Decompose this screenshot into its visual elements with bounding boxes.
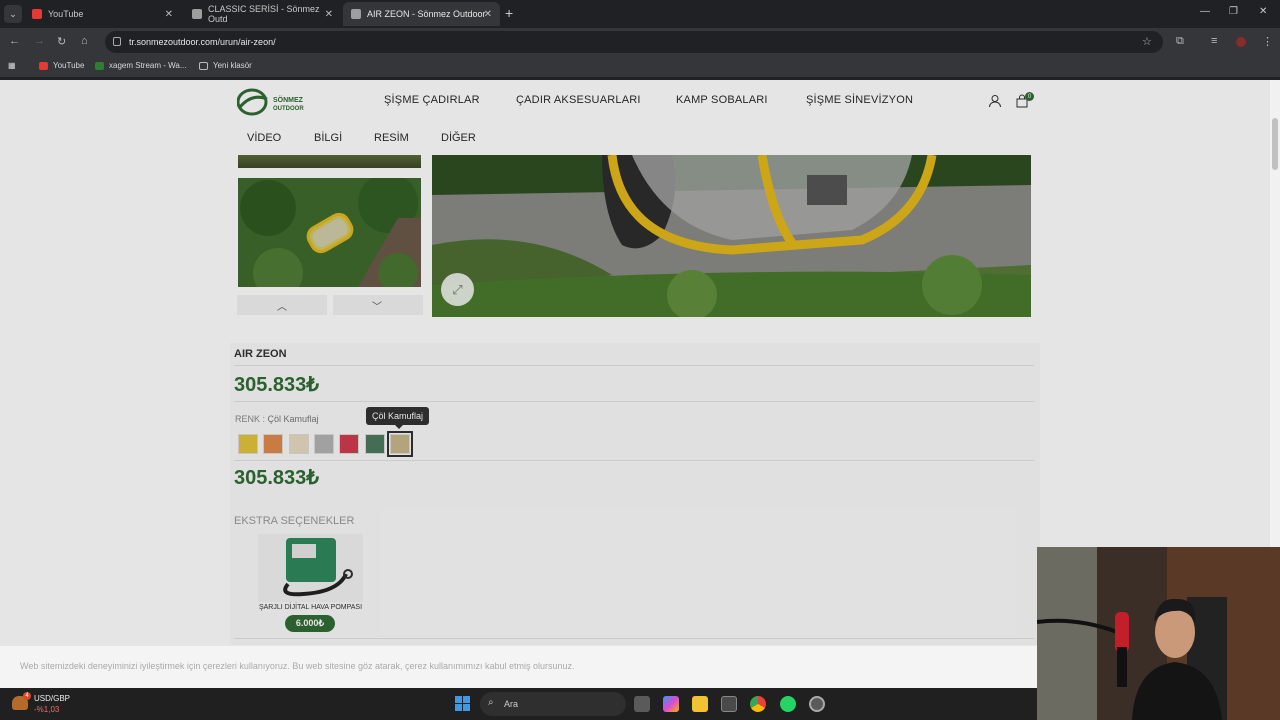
home-icon[interactable]: ⌂ (81, 35, 88, 47)
extensions-icon[interactable]: ⧉ (1176, 35, 1184, 48)
webcam-overlay (1037, 547, 1280, 720)
youtube-icon (32, 9, 42, 19)
site-info-icon[interactable] (113, 37, 121, 46)
taskbar-search[interactable]: ⌕ Ara (480, 692, 626, 716)
bookmark-label: xagem Stream - Wa... (109, 61, 187, 70)
media-icon[interactable]: ≡ (1211, 35, 1217, 47)
browser-toolbar: ← → ↻ ⌂ tr.sonmezoutdoor.com/urun/air-ze… (0, 28, 1280, 56)
close-tab-icon[interactable]: ✕ (325, 9, 333, 20)
task-view-icon[interactable] (634, 696, 650, 712)
bookmarks-bar: ▦ YouTube xagem Stream - Wa... Yeni klas… (0, 56, 1280, 78)
tab-bar: ⌄ YouTube ✕ CLASSIC SERİSİ - Sönmez Outd… (0, 0, 1280, 28)
close-window-icon[interactable]: ✕ (1259, 6, 1267, 17)
ticker-label: USD/GBP (34, 694, 71, 703)
tab-title: CLASSIC SERİSİ - Sönmez Outd (208, 4, 320, 24)
chrome-icon[interactable] (750, 696, 766, 712)
profile-avatar[interactable] (1236, 37, 1246, 47)
search-placeholder: Ara (504, 699, 519, 709)
start-icon[interactable] (455, 696, 471, 712)
bookmark-folder[interactable]: Yeni klasör (199, 61, 252, 70)
stock-widget[interactable]: USD/GBP -%1,03 (34, 693, 70, 715)
streamer-webcam-image (1037, 547, 1280, 720)
tab-title: AIR ZEON - Sönmez Outdoor (367, 9, 486, 19)
store-icon[interactable] (721, 696, 737, 712)
new-tab-button[interactable]: + (505, 5, 513, 21)
apps-icon[interactable]: ▦ (8, 61, 16, 70)
widget-badge: 4 (23, 692, 31, 700)
bookmark-youtube[interactable]: YouTube (39, 61, 84, 70)
back-icon[interactable]: ← (9, 35, 20, 47)
search-icon: ⌕ (488, 697, 494, 708)
whatsapp-icon[interactable] (780, 696, 796, 712)
menu-icon[interactable]: ⋮ (1262, 35, 1273, 48)
close-tab-icon[interactable]: ✕ (484, 9, 492, 20)
tab-title: YouTube (48, 9, 84, 19)
app-icon[interactable] (809, 696, 825, 712)
youtube-icon (39, 61, 48, 70)
folder-icon (199, 61, 208, 70)
site-favicon-icon (192, 9, 202, 19)
copilot-icon[interactable] (663, 696, 679, 712)
bookmark-label: YouTube (53, 61, 85, 70)
tab-classic-serisi[interactable]: CLASSIC SERİSİ - Sönmez Outd ✕ (184, 2, 341, 26)
bookmark-label: Yeni klasör (213, 61, 252, 70)
tab-air-zeon[interactable]: AIR ZEON - Sönmez Outdoor ✕ (343, 2, 500, 26)
kick-icon (95, 61, 104, 70)
forward-icon[interactable]: → (34, 35, 45, 47)
bookmark-star-icon[interactable]: ☆ (1142, 35, 1152, 48)
tab-search-button[interactable]: ⌄ (4, 5, 22, 23)
restore-icon[interactable]: ❐ (1229, 6, 1238, 17)
url-text: tr.sonmezoutdoor.com/urun/air-zeon/ (129, 37, 276, 47)
tab-youtube[interactable]: YouTube ✕ (24, 2, 181, 26)
reload-icon[interactable]: ↻ (57, 35, 66, 48)
site-favicon-icon (351, 9, 361, 19)
close-tab-icon[interactable]: ✕ (165, 9, 173, 20)
cookie-text: Web sitemizdeki deneyiminizi iyileştirme… (20, 661, 575, 671)
ticker-change: -%1,03 (34, 705, 60, 714)
address-bar[interactable]: tr.sonmezoutdoor.com/urun/air-zeon/ (105, 31, 1163, 53)
bookmark-xagem[interactable]: xagem Stream - Wa... (95, 61, 187, 70)
scrollbar-thumb[interactable] (1272, 118, 1278, 170)
minimize-icon[interactable]: — (1200, 6, 1210, 17)
file-explorer-icon[interactable] (692, 696, 708, 712)
